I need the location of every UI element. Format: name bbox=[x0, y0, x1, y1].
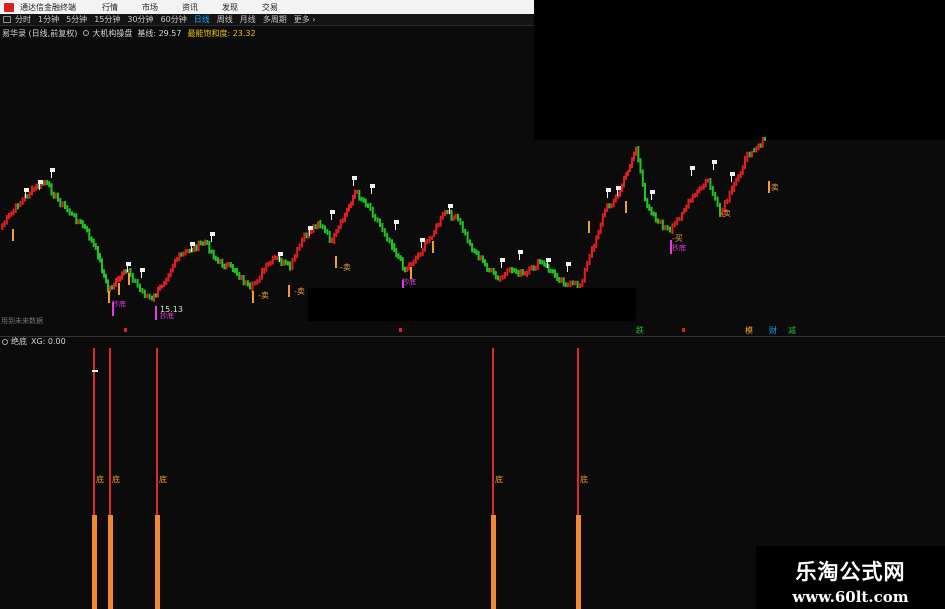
peak-flag-pole bbox=[421, 242, 422, 248]
signal-bar-label: 底 bbox=[96, 474, 104, 484]
signal-bar-label: 底 bbox=[580, 474, 588, 484]
peak-flag-icon bbox=[712, 160, 717, 164]
future-data-label: 用到未来数据 bbox=[1, 317, 43, 325]
peak-flag-icon bbox=[448, 204, 453, 208]
signal-bar-label: 底 bbox=[495, 474, 503, 484]
peak-flag-pole bbox=[371, 188, 372, 194]
marker-reduce: 减 bbox=[788, 325, 796, 335]
peak-flag-icon bbox=[126, 262, 131, 266]
tiny-marker bbox=[399, 328, 402, 332]
masked-region bbox=[308, 288, 636, 321]
peak-flag-pole bbox=[331, 214, 332, 220]
peak-flag-pole bbox=[651, 194, 652, 200]
peak-flag-icon bbox=[500, 258, 505, 262]
peak-flag-icon bbox=[546, 258, 551, 262]
peak-flag-pole bbox=[691, 170, 692, 176]
sell-label: -卖 bbox=[720, 209, 731, 218]
peak-flag-icon bbox=[616, 186, 621, 190]
peak-flag-icon bbox=[518, 250, 523, 254]
sell-label: -卖 bbox=[768, 183, 779, 192]
sell-label: -卖 bbox=[340, 263, 351, 272]
peak-flag-icon bbox=[190, 242, 195, 246]
signal-tick bbox=[588, 221, 590, 233]
peak-flag-pole bbox=[51, 172, 52, 178]
peak-flag-icon bbox=[606, 188, 611, 192]
signal-bar-base bbox=[491, 515, 496, 609]
peak-flag-pole bbox=[607, 192, 608, 198]
lower-settings-icon[interactable] bbox=[2, 338, 8, 345]
peak-flag-icon bbox=[730, 172, 735, 176]
peak-flag-icon bbox=[278, 252, 283, 256]
peak-flag-icon bbox=[394, 220, 399, 224]
peak-flag-pole bbox=[309, 230, 310, 236]
bottom-label: 抄底 bbox=[672, 243, 686, 252]
peak-flag-pole bbox=[39, 184, 40, 190]
signal-bar-cap bbox=[92, 370, 98, 372]
peak-flag-icon bbox=[650, 190, 655, 194]
bottom-label: 抄底 bbox=[402, 277, 416, 286]
peak-flag-icon bbox=[370, 184, 375, 188]
signal-bar-base bbox=[92, 515, 97, 609]
peak-flag-icon bbox=[352, 176, 357, 180]
peak-flag-pole bbox=[547, 262, 548, 268]
signal-tick bbox=[128, 273, 130, 285]
marker-fall: 跌 bbox=[636, 325, 644, 335]
signal-tick bbox=[118, 283, 120, 295]
signal-tick bbox=[625, 201, 627, 213]
marker-finance: 财 bbox=[769, 325, 777, 335]
peak-flag-pole bbox=[713, 164, 714, 170]
peak-flag-pole bbox=[25, 192, 26, 198]
lower-indicator-name[interactable]: 绝底 bbox=[11, 336, 27, 347]
peak-flag-icon bbox=[308, 226, 313, 230]
peak-flag-icon bbox=[330, 210, 335, 214]
signal-bar-base bbox=[576, 515, 581, 609]
peak-flag-icon bbox=[690, 166, 695, 170]
peak-flag-icon bbox=[38, 180, 43, 184]
peak-flag-pole bbox=[731, 176, 732, 182]
tiny-marker bbox=[682, 328, 685, 332]
sell-label: -卖 bbox=[258, 291, 269, 300]
signal-bar-label: 底 bbox=[159, 474, 167, 484]
lower-indicator-value: XG: 0.00 bbox=[31, 337, 66, 346]
peak-flag-pole bbox=[353, 180, 354, 186]
peak-flag-icon bbox=[140, 268, 145, 272]
signal-bar-label: 底 bbox=[112, 474, 120, 484]
signal-tick-magenta bbox=[155, 306, 157, 320]
bottom-label: 抄底 bbox=[112, 299, 126, 308]
peak-flag-pole bbox=[395, 224, 396, 230]
signal-tick bbox=[252, 291, 254, 303]
peak-flag-pole bbox=[617, 190, 618, 196]
peak-flag-pole bbox=[519, 254, 520, 260]
signal-tick bbox=[335, 256, 337, 268]
watermark: 乐淘公式网 www.60lt.com bbox=[756, 546, 945, 609]
peak-flag-pole bbox=[279, 256, 280, 262]
signal-bar-base bbox=[155, 515, 160, 609]
signal-tick bbox=[432, 241, 434, 253]
peak-flag-pole bbox=[449, 208, 450, 214]
watermark-title: 乐淘公式网 bbox=[795, 560, 906, 584]
peak-flag-icon bbox=[24, 188, 29, 192]
peak-flag-icon bbox=[420, 238, 425, 242]
watermark-url: www.60lt.com bbox=[792, 588, 909, 606]
sell-label: -卖 bbox=[294, 287, 305, 296]
peak-flag-icon bbox=[50, 168, 55, 172]
signal-tick bbox=[108, 291, 110, 303]
peak-flag-icon bbox=[210, 232, 215, 236]
peak-flag-pole bbox=[191, 246, 192, 252]
marker-model: 模 bbox=[745, 325, 753, 335]
signal-tick bbox=[12, 229, 14, 241]
peak-flag-pole bbox=[211, 236, 212, 242]
tiny-marker bbox=[124, 328, 127, 332]
signal-bar-base bbox=[108, 515, 113, 609]
peak-flag-pole bbox=[567, 266, 568, 272]
peak-flag-pole bbox=[501, 262, 502, 268]
peak-flag-icon bbox=[566, 262, 571, 266]
buy-label: -买 bbox=[672, 234, 683, 243]
peak-flag-pole bbox=[127, 266, 128, 272]
signal-tick bbox=[288, 285, 290, 297]
peak-flag-pole bbox=[141, 272, 142, 278]
lower-indicator-header: 绝底 XG: 0.00 bbox=[0, 336, 945, 346]
low-price-label: 15.13 bbox=[160, 305, 183, 314]
